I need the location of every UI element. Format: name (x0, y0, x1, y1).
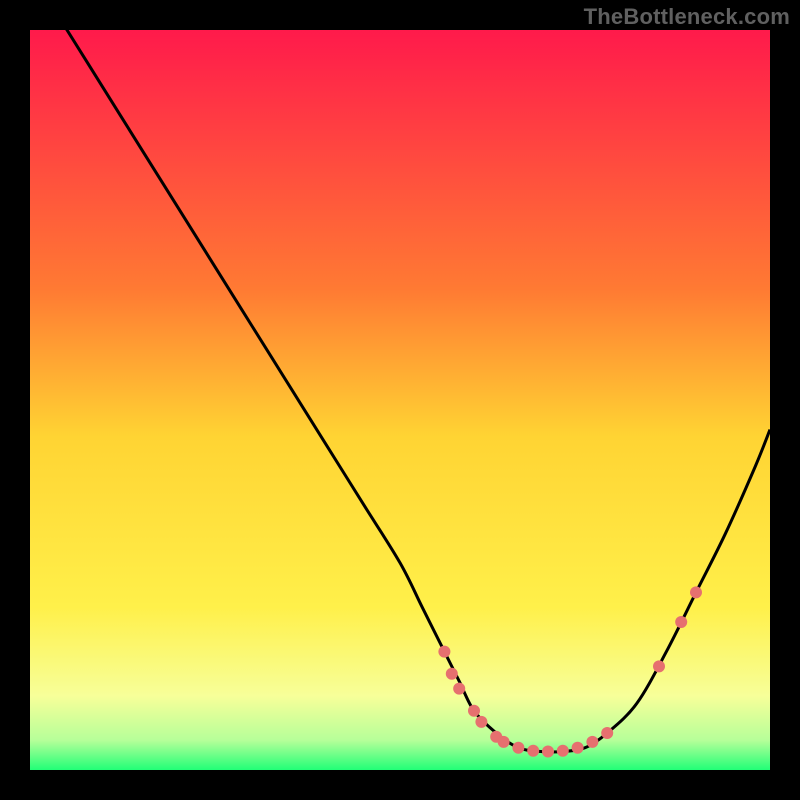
curve-marker (542, 746, 554, 758)
chart-svg (30, 30, 770, 770)
curve-marker (690, 586, 702, 598)
curve-marker (675, 616, 687, 628)
curve-marker (512, 742, 524, 754)
curve-marker (468, 705, 480, 717)
curve-marker (653, 660, 665, 672)
curve-marker (557, 745, 569, 757)
curve-marker (453, 683, 465, 695)
curve-marker (527, 745, 539, 757)
curve-marker (586, 736, 598, 748)
curve-marker (475, 716, 487, 728)
watermark-text: TheBottleneck.com (584, 4, 790, 30)
curve-marker (601, 727, 613, 739)
curve-marker (446, 668, 458, 680)
curve-marker (572, 742, 584, 754)
curve-marker (438, 646, 450, 658)
chart-container (30, 30, 770, 770)
curve-marker (498, 736, 510, 748)
gradient-background (30, 30, 770, 770)
